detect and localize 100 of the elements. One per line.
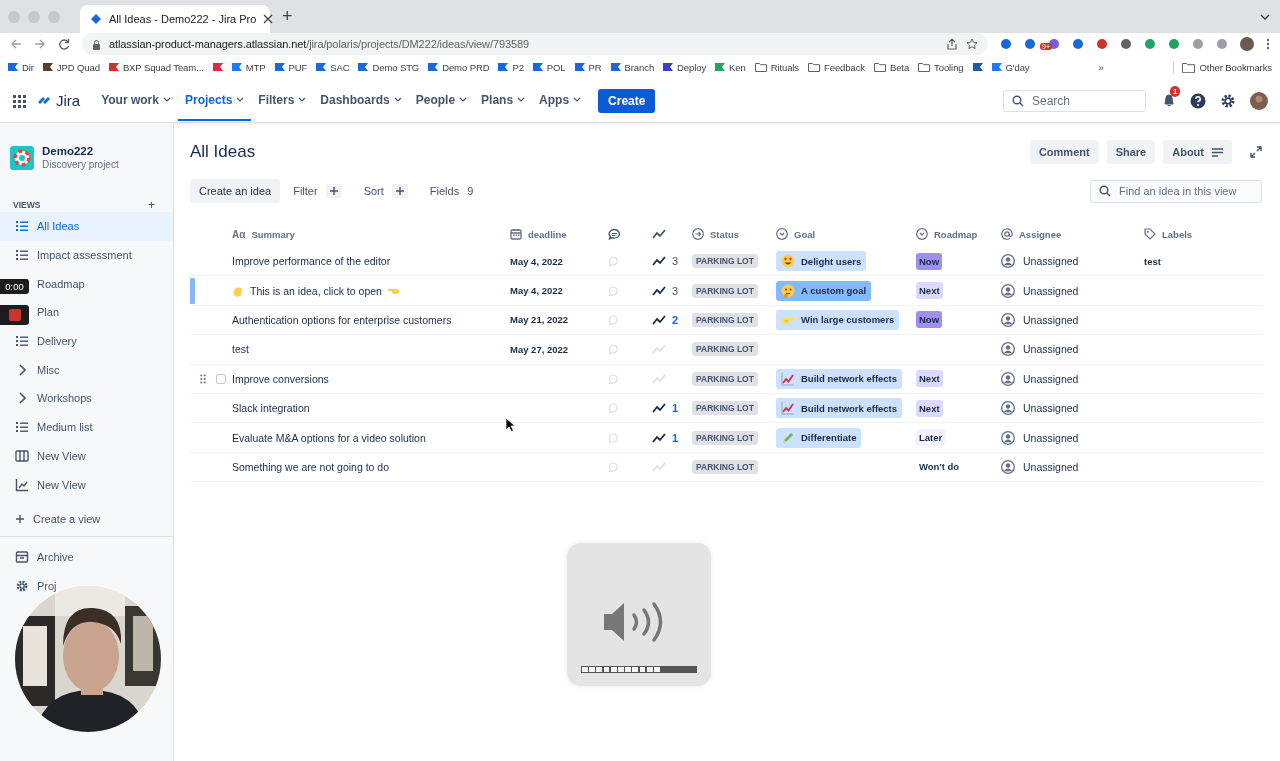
bookmark-link[interactable]: Feedback (824, 61, 865, 73)
new-tab-button[interactable]: + (282, 6, 293, 27)
drag-handle-icon[interactable] (200, 373, 206, 384)
more-icon[interactable] (1266, 38, 1270, 50)
bookmark-link[interactable]: Dir (22, 61, 34, 73)
bookmark-link[interactable]: P2 (512, 61, 524, 73)
view-item[interactable]: All Ideas (0, 212, 173, 241)
bookmark-link[interactable]: Demo STG (372, 61, 420, 73)
more-bookmarks-button[interactable]: » (1098, 61, 1104, 73)
share-icon[interactable] (946, 38, 958, 50)
forward-icon[interactable] (34, 38, 46, 50)
view-item[interactable]: Impact assessment (0, 240, 173, 270)
status-lozenge[interactable]: PARKING LOT (692, 371, 758, 386)
goal-tag[interactable]: Delight users (776, 251, 867, 272)
bookmark-link[interactable]: Rituals (770, 61, 799, 73)
nav-menu[interactable]: Apps (532, 80, 589, 121)
extension-icon[interactable] (1120, 38, 1132, 50)
bookmark-link[interactable]: Beta (889, 61, 910, 73)
roadmap-tag[interactable]: Won't do (916, 458, 963, 476)
address-bar[interactable]: atlassian-product-managers.atlassian.net/jira/polaris/projects/DM222/ideas/view/793589 (82, 33, 988, 55)
bookmark-link[interactable]: Branch (624, 61, 655, 73)
extension-icon[interactable] (1192, 38, 1204, 50)
bookmark-link[interactable]: Demo PRD (442, 61, 490, 73)
idea-summary[interactable]: Evaluate M&A options for a video solution (232, 431, 426, 444)
goal-tag[interactable]: Build network effects (776, 368, 903, 389)
bookmark-link[interactable]: PUF (288, 61, 308, 73)
bookmark-link[interactable]: Ken (729, 61, 746, 73)
assignee-name[interactable]: Unassigned (1023, 284, 1079, 297)
assignee-name[interactable]: Unassigned (1023, 431, 1079, 444)
share-button[interactable]: Share (1106, 140, 1156, 164)
star-icon[interactable] (966, 38, 978, 50)
column-header[interactable]: Status (710, 228, 740, 240)
status-lozenge[interactable]: PARKING LOT (692, 459, 758, 474)
column-header[interactable]: Labels (1162, 228, 1193, 240)
sort-button[interactable]: Sort (354, 179, 417, 203)
roadmap-tag[interactable]: Later (916, 429, 946, 447)
back-icon[interactable] (10, 38, 22, 50)
about-button[interactable]: About (1163, 140, 1232, 164)
search-field[interactable]: Search (1003, 89, 1146, 112)
help-icon[interactable] (1190, 92, 1206, 109)
view-item[interactable]: New View (0, 470, 173, 499)
assignee-name[interactable]: Unassigned (1023, 255, 1079, 268)
impact-count[interactable]: 3 (672, 255, 679, 268)
filter-button[interactable]: Filter (284, 179, 351, 203)
create-button[interactable]: Create (598, 88, 656, 113)
assignee-name[interactable]: Unassigned (1023, 460, 1079, 473)
expand-icon[interactable] (1250, 146, 1262, 158)
idea-summary[interactable]: Something we are not going to do (232, 460, 390, 473)
bookmark-link[interactable]: Deploy (677, 61, 707, 73)
row-checkbox[interactable] (216, 373, 226, 384)
idea-summary[interactable]: Slack integration (232, 402, 310, 415)
extension-icon[interactable] (1168, 38, 1180, 50)
stop-recording-toast[interactable] (0, 305, 29, 325)
assignee-name[interactable]: Unassigned (1023, 313, 1079, 326)
status-lozenge[interactable]: PARKING LOT (692, 342, 758, 357)
avatar-icon[interactable] (1250, 91, 1268, 110)
roadmap-tag[interactable]: Next (916, 282, 943, 300)
nav-menu[interactable]: Dashboards (313, 80, 409, 121)
roadmap-tag[interactable]: Now (916, 252, 943, 270)
roadmap-tag[interactable]: Next (916, 399, 943, 417)
impact-count[interactable]: 3 (672, 284, 679, 297)
comment-button[interactable]: Comment (1029, 140, 1099, 164)
status-lozenge[interactable]: PARKING LOT (692, 312, 758, 327)
bell-icon[interactable] (1162, 93, 1176, 108)
goal-tag[interactable]: A custom goal (776, 280, 872, 301)
status-lozenge[interactable]: PARKING LOT (692, 401, 758, 416)
chevron-down-icon[interactable] (1260, 14, 1270, 20)
bookmark-link[interactable]: Tooling (934, 61, 964, 73)
nav-menu[interactable]: Your work (94, 80, 178, 121)
extension-icon[interactable] (1072, 38, 1084, 50)
idea-summary[interactable]: This is an idea, click to open (250, 284, 382, 297)
settings-icon[interactable] (1220, 92, 1236, 109)
status-lozenge[interactable]: PARKING LOT (692, 283, 758, 298)
roadmap-tag[interactable]: Now (916, 311, 943, 329)
status-lozenge[interactable]: PARKING LOT (692, 254, 758, 269)
bookmark-link[interactable]: G'day (1005, 61, 1030, 73)
nav-menu[interactable]: Plans (474, 80, 533, 121)
column-header[interactable]: Goal (794, 228, 816, 240)
impact-count[interactable]: 2 (672, 313, 679, 326)
view-item[interactable]: New View (0, 441, 173, 471)
bookmark-link[interactable]: MTP (245, 61, 266, 73)
idea-summary[interactable]: test (232, 343, 249, 356)
sidebar-link[interactable]: Proj (0, 571, 173, 601)
create-view-button[interactable]: Create a view (0, 502, 173, 537)
column-header[interactable]: deadline (528, 228, 567, 240)
view-item[interactable]: Workshops (0, 384, 173, 413)
reload-icon[interactable] (58, 38, 70, 50)
bookmark-link[interactable]: Other Bookmarks (1199, 61, 1272, 73)
extension-icon[interactable] (1216, 38, 1228, 50)
view-item[interactable]: Medium list (0, 412, 173, 442)
goal-tag[interactable]: Differentiate (776, 427, 862, 448)
bookmark-link[interactable]: BXP Squad Team... (122, 61, 204, 73)
nav-menu[interactable]: People (408, 80, 475, 121)
idea-summary[interactable]: Authentication options for enterprise customers (232, 313, 452, 326)
bookmark-link[interactable]: PR (588, 61, 602, 73)
nav-menu[interactable]: Filters (251, 80, 314, 121)
column-header[interactable]: Assignee (1019, 228, 1062, 240)
label-tag[interactable]: test (1144, 255, 1161, 267)
bookmark-link[interactable]: JPD Quad (56, 61, 100, 73)
extension-icon[interactable] (1000, 38, 1012, 50)
